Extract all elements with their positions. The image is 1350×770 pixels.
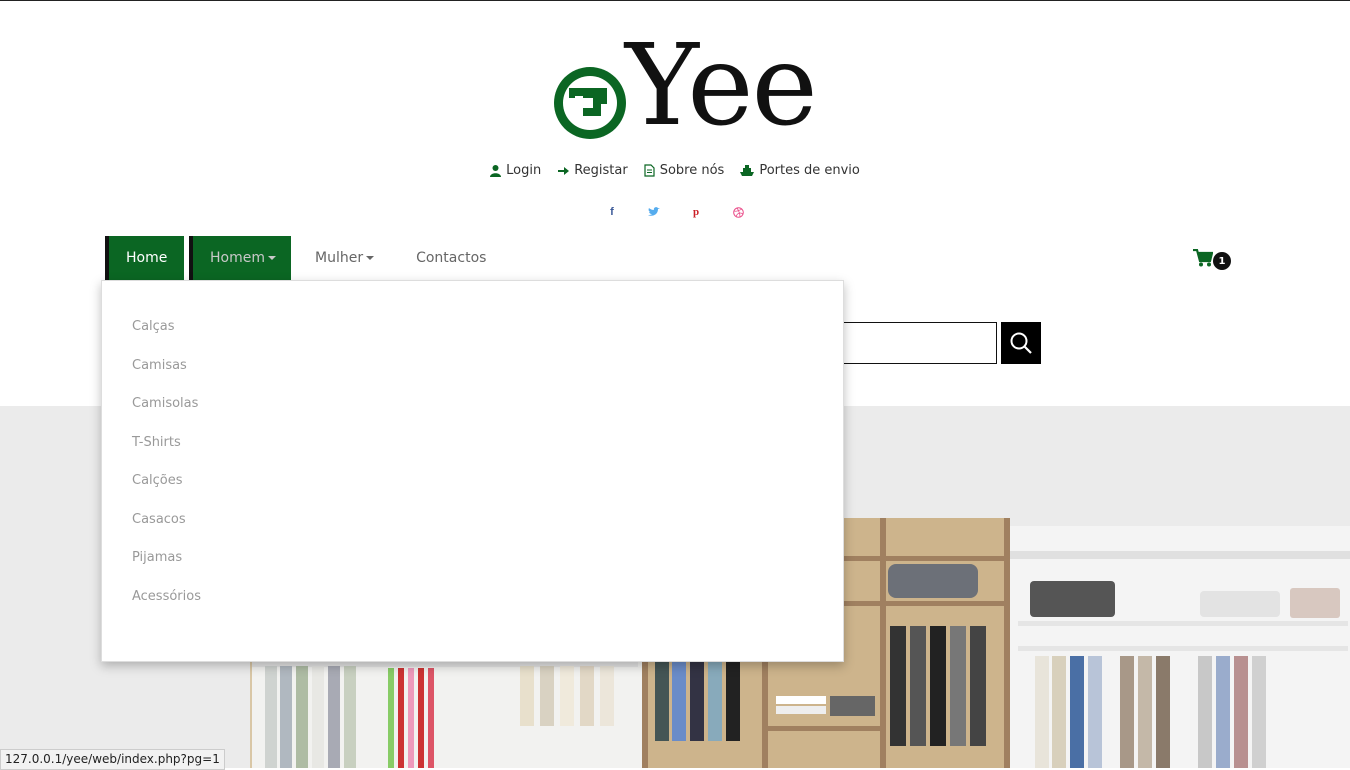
facebook-icon[interactable]: f (605, 205, 619, 219)
dropdown-item-acessorios[interactable]: Acessórios (132, 589, 201, 604)
search-icon (1010, 332, 1032, 354)
nav-contactos-label: Contactos (416, 250, 487, 266)
nav-mulher-label: Mulher (315, 250, 364, 266)
dropdown-item-camisas[interactable]: Camisas (132, 358, 187, 373)
nav-homem[interactable]: Homem (189, 236, 291, 280)
login-label: Login (506, 163, 542, 178)
nav-home-label: Home (126, 250, 168, 266)
dribbble-icon[interactable] (731, 205, 745, 219)
arrow-right-icon (558, 166, 570, 175)
register-label: Registar (574, 163, 628, 178)
dropdown-item-casacos[interactable]: Casacos (132, 512, 186, 527)
about-label: Sobre nós (659, 163, 725, 178)
brand-logo[interactable]: Yee (553, 26, 818, 146)
shopping-cart-icon (1193, 248, 1214, 267)
cart-count-badge: 1 (1213, 252, 1231, 270)
social-links: f p (0, 205, 1350, 219)
cart-button[interactable]: 1 (1193, 248, 1233, 271)
pinterest-icon[interactable]: p (689, 205, 703, 219)
homem-dropdown-menu: Calças Camisas Camisolas T-Shirts Calçõe… (101, 280, 844, 662)
caret-down-icon (267, 256, 276, 260)
nav-home[interactable]: Home (105, 236, 184, 280)
document-icon (644, 164, 655, 177)
twitter-icon[interactable] (647, 205, 661, 219)
register-link[interactable]: Registar (557, 163, 628, 178)
shipping-label: Portes de envio (759, 163, 860, 178)
about-link[interactable]: Sobre nós (644, 163, 725, 178)
browser-top-border (0, 0, 1350, 1)
main-navigation: Home Homem Mulher Contactos (105, 236, 503, 280)
shipping-link[interactable]: Portes de envio (740, 163, 860, 178)
dropdown-item-calcoes[interactable]: Calções (132, 473, 183, 488)
login-link[interactable]: Login (490, 163, 541, 178)
nav-mulher[interactable]: Mulher (298, 236, 391, 280)
brand-name: Yee (625, 21, 818, 151)
dropdown-item-camisolas[interactable]: Camisolas (132, 396, 198, 411)
caret-down-icon (366, 256, 375, 260)
user-icon (490, 164, 502, 177)
ship-icon (740, 165, 755, 176)
search-button[interactable] (1001, 322, 1041, 364)
nav-contactos[interactable]: Contactos (399, 236, 503, 280)
dropdown-item-tshirts[interactable]: T-Shirts (132, 435, 181, 450)
dropdown-item-pijamas[interactable]: Pijamas (132, 550, 182, 565)
nav-homem-label: Homem (210, 250, 265, 266)
dropdown-item-calcas[interactable]: Calças (132, 319, 175, 334)
search-input[interactable] (840, 322, 997, 364)
browser-status-url: 127.0.0.1/yee/web/index.php?pg=1 (0, 749, 225, 770)
logo-mark-icon (554, 67, 626, 139)
account-links: Login Registar Sobre nós Portes de envio (0, 163, 1350, 178)
